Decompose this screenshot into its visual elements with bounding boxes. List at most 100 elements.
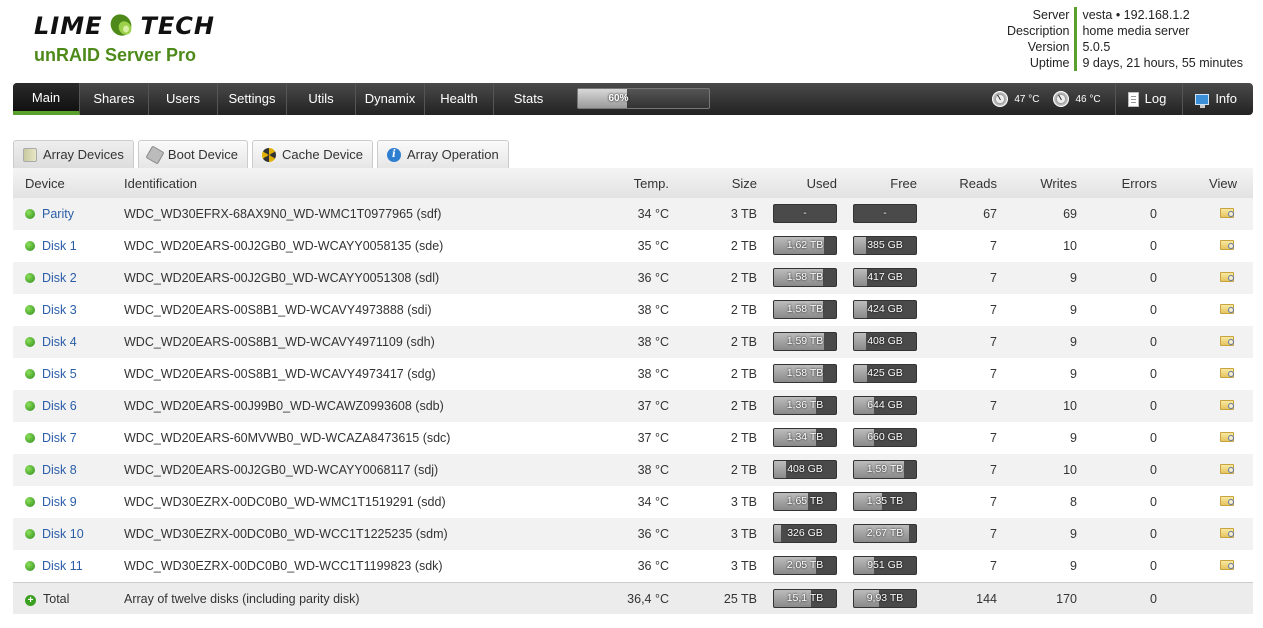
- browse-folder-icon[interactable]: [1220, 206, 1237, 219]
- tab-array-operation[interactable]: i Array Operation: [376, 140, 509, 168]
- device-temp: 35 °C: [637, 239, 669, 253]
- usage-bar-label: 385 GB: [867, 239, 903, 251]
- device-cell: Disk 9: [25, 495, 77, 509]
- table-row: Disk 2 WDC_WD20EARS-00J2GB0_WD-WCAYY00513…: [13, 262, 1253, 294]
- device-link[interactable]: Disk 10: [42, 527, 84, 541]
- device-link[interactable]: Disk 3: [42, 303, 77, 317]
- device-reads: 7: [990, 559, 997, 573]
- usage-bar-label: 9,93 TB: [866, 592, 904, 604]
- device-cell: Disk 7: [25, 431, 77, 445]
- used-bar: 1,34 TB: [773, 428, 837, 447]
- nav-users[interactable]: Users: [149, 83, 218, 115]
- usage-bar-label: 1,58 TB: [786, 303, 824, 315]
- device-link[interactable]: Disk 8: [42, 463, 77, 477]
- nav-main[interactable]: Main: [13, 83, 80, 115]
- device-link[interactable]: Disk 4: [42, 335, 77, 349]
- navbar-right: 47 °C 46 °C Log Info: [992, 83, 1253, 115]
- free-bar: 1,35 TB: [853, 492, 917, 511]
- browse-folder-icon[interactable]: [1220, 398, 1237, 411]
- usage-bar-label: 1,35 TB: [866, 495, 904, 507]
- nav-dynamix[interactable]: Dynamix: [356, 83, 425, 115]
- usage-bar-label: -: [883, 207, 887, 219]
- device-identification: WDC_WD20EARS-00J99B0_WD-WCAWZ0993608 (sd…: [124, 399, 444, 413]
- browse-folder-icon[interactable]: [1220, 270, 1237, 283]
- log-button[interactable]: Log: [1114, 83, 1183, 115]
- device-errors: 0: [1150, 239, 1157, 253]
- browse-folder-icon[interactable]: [1220, 238, 1237, 251]
- status-ok-icon: [25, 305, 35, 315]
- used-bar: 1,65 TB: [773, 492, 837, 511]
- tab-cache-device[interactable]: Cache Device: [252, 140, 373, 168]
- device-writes: 9: [1070, 527, 1077, 541]
- total-label: Total: [43, 591, 70, 606]
- nav-stats[interactable]: Stats: [494, 83, 563, 115]
- usage-bar-label: 417 GB: [867, 271, 903, 283]
- magnifier-shape: [1228, 211, 1234, 217]
- browse-folder-icon[interactable]: [1220, 366, 1237, 379]
- device-writes: 10: [1063, 399, 1077, 413]
- info-button[interactable]: Info: [1182, 83, 1253, 115]
- nav-health[interactable]: Health: [425, 83, 494, 115]
- browse-folder-icon[interactable]: [1220, 494, 1237, 507]
- browse-folder-icon[interactable]: [1220, 526, 1237, 539]
- device-link[interactable]: Disk 11: [42, 559, 83, 573]
- device-size: 3 TB: [730, 527, 757, 541]
- server-value: vesta • 192.168.1.2: [1082, 8, 1190, 22]
- nav-shares[interactable]: Shares: [80, 83, 149, 115]
- browse-folder-icon[interactable]: [1220, 462, 1237, 475]
- used-bar: 1,36 TB: [773, 396, 837, 415]
- tab-boot-device[interactable]: Boot Device: [137, 140, 249, 168]
- browse-folder-icon[interactable]: [1220, 558, 1237, 571]
- col-size: Size: [731, 175, 757, 191]
- device-cell: Disk 1: [25, 239, 77, 253]
- table-row: Disk 7 WDC_WD20EARS-60MVWB0_WD-WCAZA84736…: [13, 422, 1253, 454]
- device-link[interactable]: Disk 9: [42, 495, 77, 509]
- device-link[interactable]: Parity: [42, 207, 74, 221]
- device-link[interactable]: Disk 1: [42, 239, 77, 253]
- brand-name: LIME TECH: [34, 10, 215, 42]
- device-temp: 37 °C: [637, 431, 669, 445]
- cpu-progress-bar: 60%: [577, 88, 710, 109]
- device-temp: 36 °C: [637, 559, 669, 573]
- free-bar: 425 GB: [853, 364, 917, 383]
- magnifier-shape: [1228, 435, 1234, 441]
- nav-settings[interactable]: Settings: [218, 83, 287, 115]
- col-errors: Errors: [1121, 175, 1157, 191]
- browse-folder-icon[interactable]: [1220, 430, 1237, 443]
- device-temp: 36,4 °C: [627, 591, 669, 606]
- device-link[interactable]: Disk 6: [42, 399, 77, 413]
- device-size: 2 TB: [730, 239, 757, 253]
- free-bar: 385 GB: [853, 236, 917, 255]
- col-used: Used: [806, 175, 837, 191]
- tab-array-devices[interactable]: Array Devices: [13, 140, 134, 168]
- device-errors: 0: [1150, 527, 1157, 541]
- device-reads: 7: [990, 399, 997, 413]
- monitor-icon: [1195, 93, 1210, 108]
- device-link[interactable]: Disk 2: [42, 271, 77, 285]
- device-link[interactable]: Disk 7: [42, 431, 77, 445]
- device-size: 2 TB: [730, 463, 757, 477]
- device-cell: + Total: [25, 592, 69, 606]
- device-identification: WDC_WD20EARS-00S8B1_WD-WCAVY4971109 (sdh…: [124, 335, 435, 349]
- device-cell: Disk 3: [25, 303, 77, 317]
- device-writes: 8: [1070, 495, 1077, 509]
- browse-folder-icon[interactable]: [1220, 302, 1237, 315]
- table-row: Disk 10 WDC_WD30EZRX-00DC0B0_WD-WCC1T1225…: [13, 518, 1253, 550]
- usage-bar-label: 1,59 TB: [786, 335, 824, 347]
- browse-folder-icon[interactable]: [1220, 334, 1237, 347]
- col-temp: Temp.: [633, 175, 669, 191]
- brand-name-left: LIME: [34, 12, 103, 40]
- free-bar: 2,67 TB: [853, 524, 917, 543]
- device-size: 2 TB: [730, 367, 757, 381]
- nav-utils[interactable]: Utils: [287, 83, 356, 115]
- version-label: Version: [1027, 40, 1070, 54]
- usage-bar-label: 408 GB: [787, 463, 823, 475]
- device-errors: 0: [1150, 463, 1157, 477]
- server-info-labels: Server Description Version Uptime: [1007, 7, 1078, 71]
- device-identification: WDC_WD30EZRX-00DC0B0_WD-WCC1T1225235 (sd…: [124, 527, 448, 541]
- device-cell: Disk 6: [25, 399, 77, 413]
- device-link[interactable]: Disk 5: [42, 367, 77, 381]
- magnifier-shape: [1228, 499, 1234, 505]
- usage-bar-label: 424 GB: [867, 303, 903, 315]
- device-errors: 0: [1150, 591, 1157, 606]
